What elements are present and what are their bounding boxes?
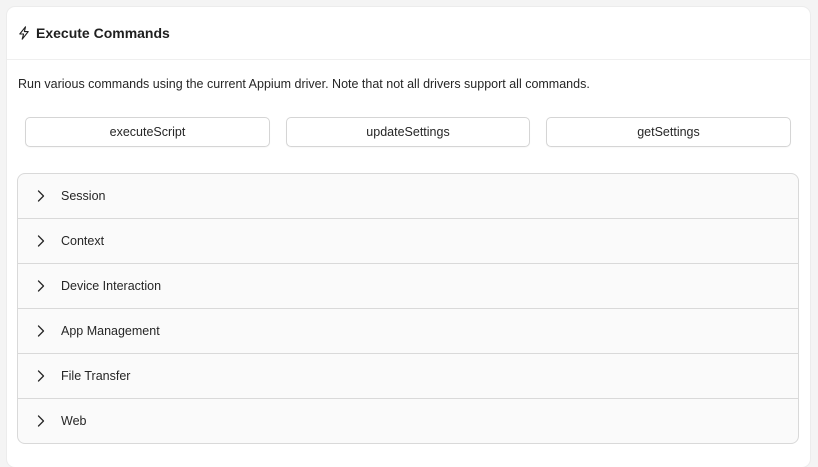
section-label: Web — [61, 414, 87, 428]
section-web[interactable]: Web — [18, 399, 798, 443]
section-device-interaction[interactable]: Device Interaction — [18, 264, 798, 309]
section-label: Context — [61, 234, 105, 248]
section-file-transfer[interactable]: File Transfer — [18, 354, 798, 399]
chevron-right-icon — [37, 325, 47, 337]
command-button-row: executeScript updateSettings getSettings — [25, 117, 792, 149]
execute-commands-card: Execute Commands Run various commands us… — [7, 7, 810, 467]
chevron-right-icon — [37, 415, 47, 427]
section-label: Device Interaction — [61, 279, 162, 293]
section-session[interactable]: Session — [18, 174, 798, 219]
section-label: App Management — [61, 324, 160, 338]
chevron-right-icon — [37, 280, 47, 292]
update-settings-button[interactable]: updateSettings — [286, 117, 530, 147]
lightning-icon — [18, 26, 31, 40]
chevron-right-icon — [37, 235, 47, 247]
section-label: Session — [61, 189, 106, 203]
section-context[interactable]: Context — [18, 219, 798, 264]
section-app-management[interactable]: App Management — [18, 309, 798, 354]
chevron-right-icon — [37, 370, 47, 382]
command-sections-collapse: Session Context Device Interaction App M… — [17, 173, 799, 444]
chevron-right-icon — [37, 190, 47, 202]
card-title: Execute Commands — [36, 25, 170, 41]
get-settings-button[interactable]: getSettings — [546, 117, 791, 147]
card-header: Execute Commands — [7, 7, 810, 60]
section-label: File Transfer — [61, 369, 131, 383]
execute-script-button[interactable]: executeScript — [25, 117, 270, 147]
description-text: Run various commands using the current A… — [18, 77, 590, 91]
